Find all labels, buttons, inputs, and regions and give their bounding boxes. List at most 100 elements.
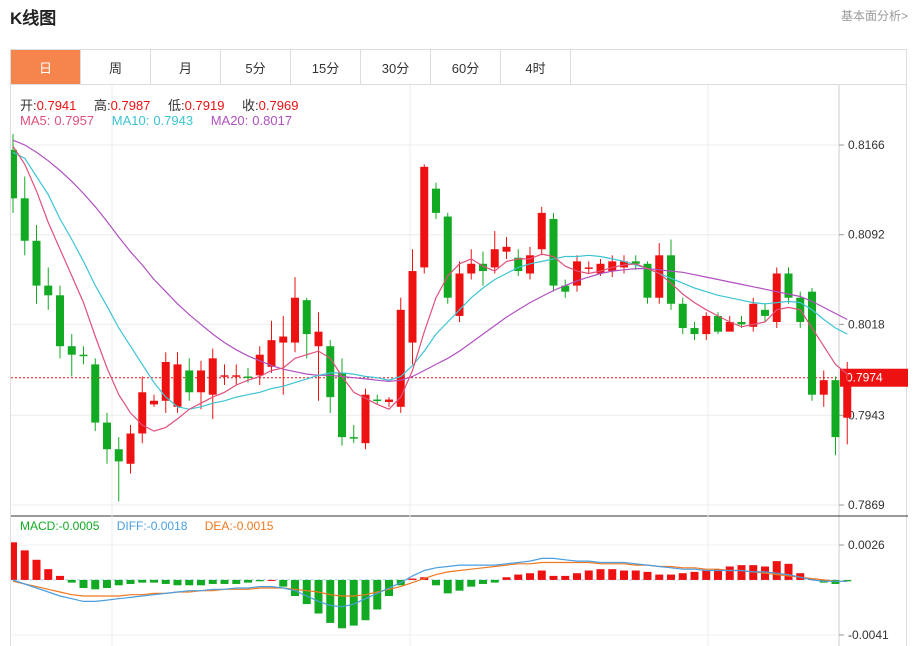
dea-value: -0.0015 <box>232 519 274 533</box>
macd-bar <box>173 579 182 586</box>
macd-info: MACD:-0.0005 DIFF:-0.0018 DEA:-0.0015 <box>20 519 287 533</box>
period-tabs: 日 周 月 5分 15分 30分 60分 4时 <box>10 49 907 85</box>
candle-body <box>173 364 182 407</box>
candle-body <box>678 303 687 329</box>
macd-bar <box>467 579 476 587</box>
macd-bar <box>20 550 29 580</box>
candle-body <box>103 422 111 450</box>
ma20-value: 0.8017 <box>252 113 293 128</box>
candle-body <box>443 216 452 298</box>
candle-body <box>702 315 711 335</box>
candle-body <box>843 383 852 418</box>
macd-bar <box>91 579 100 590</box>
candle-body <box>32 240 41 286</box>
macd-bar <box>537 570 546 580</box>
macd-bar <box>114 579 123 586</box>
macd-bar <box>608 569 617 580</box>
candle-body <box>126 433 135 464</box>
candle-body <box>831 380 840 438</box>
macd-bar <box>725 566 734 580</box>
macd-bar <box>103 579 111 588</box>
macd-bar <box>690 571 699 580</box>
tab-month[interactable]: 月 <box>151 50 221 84</box>
macd-bar <box>126 579 135 584</box>
candle-body <box>44 285 53 296</box>
candle-body <box>385 399 393 402</box>
low-value: 0.7919 <box>184 98 225 113</box>
macd-bar <box>197 579 205 586</box>
ma5-label: MA5: <box>20 113 51 128</box>
macd-bar <box>11 542 17 580</box>
macd-bar <box>737 565 746 580</box>
candle-body <box>67 346 76 355</box>
macd-bar <box>79 579 88 588</box>
candle-body <box>772 273 781 322</box>
macd-bar <box>44 569 53 580</box>
tab-30min[interactable]: 30分 <box>361 50 431 84</box>
macd-bar <box>643 571 652 580</box>
chart-frame: 0.8166 0.8092 0.8018 0.7943 0.7869 0.0026 -0.0… <box>10 85 908 646</box>
macd-bar <box>279 579 288 587</box>
candle-body <box>114 449 123 462</box>
candle-body <box>432 188 440 213</box>
candle-body <box>808 291 816 395</box>
fundamental-analysis-link[interactable]: 基本面分析> <box>841 7 908 24</box>
tab-4hour[interactable]: 4时 <box>501 50 571 84</box>
macd-bar <box>678 573 687 580</box>
macd-bar <box>784 563 793 580</box>
macd-bar <box>631 570 640 580</box>
macd-bar <box>772 561 781 580</box>
candle-body <box>11 149 17 199</box>
dea-line <box>12 561 848 597</box>
tab-day[interactable]: 日 <box>11 50 81 84</box>
ma10-value: 0.7943 <box>153 113 194 128</box>
candle-body <box>326 346 335 398</box>
macd-bar <box>584 570 593 580</box>
macd-bar <box>408 578 417 580</box>
macd-bar <box>526 573 534 580</box>
candle-body <box>56 295 64 347</box>
candle-body <box>819 380 828 395</box>
macd-bar <box>220 579 229 584</box>
candle-body <box>420 166 429 268</box>
macd-bar <box>267 579 276 581</box>
macd-bar <box>514 574 523 580</box>
macd-bar <box>291 579 299 597</box>
macd-bar <box>596 569 605 580</box>
page-title: K线图 <box>10 9 57 28</box>
macd-bar <box>490 579 499 583</box>
candle-body <box>373 399 382 402</box>
tab-15min[interactable]: 15分 <box>291 50 361 84</box>
candle-body <box>232 375 241 377</box>
tab-60min[interactable]: 60分 <box>431 50 501 84</box>
tab-5min[interactable]: 5分 <box>221 50 291 84</box>
macd-bar <box>455 579 464 591</box>
macd-bar <box>443 579 452 594</box>
macd-tick-label: -0.0041 <box>848 628 889 642</box>
candle-body <box>338 372 346 438</box>
candle-body <box>138 392 147 434</box>
ma5-value: 0.7957 <box>54 113 95 128</box>
open-value: 0.7941 <box>36 98 77 113</box>
macd-bar <box>432 579 440 586</box>
candle-body <box>244 376 252 379</box>
kline-chart: 0.8166 0.8092 0.8018 0.7943 0.7869 0.0026 -0.0… <box>11 85 908 646</box>
macd-bar <box>702 570 711 580</box>
macd-bar <box>185 579 194 586</box>
candle-body <box>302 300 311 335</box>
candle-body <box>361 394 370 444</box>
candle-body <box>408 271 417 343</box>
candle-body <box>150 400 158 405</box>
high-value: 0.7987 <box>110 98 151 113</box>
macd-bar <box>302 579 311 605</box>
macd-bar <box>479 579 487 584</box>
tab-week[interactable]: 周 <box>81 50 151 84</box>
diff-value: -0.0018 <box>146 519 188 533</box>
candle-body <box>502 246 511 252</box>
ma20-label: MA20: <box>210 113 249 128</box>
candle-body <box>20 198 29 241</box>
candle-body <box>714 315 722 332</box>
price-tick-label: 0.7943 <box>848 408 885 422</box>
candle-body <box>79 354 88 357</box>
diff-line <box>12 557 848 608</box>
